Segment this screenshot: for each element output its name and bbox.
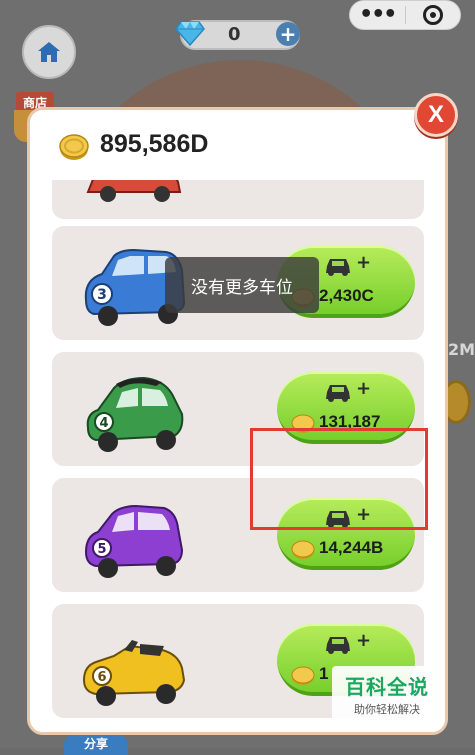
watermark-main: 百科全说 [345, 675, 429, 699]
car-shop-modal: 895,586D 3 + 2,430C 4 + 131,187 5 + 14,2… [27, 107, 448, 735]
gem-count: 0 [228, 24, 241, 45]
purple-car-icon: 5 [84, 504, 184, 578]
share-button[interactable]: 分享 [64, 735, 128, 755]
car-level-number: 3 [97, 287, 107, 303]
watermark-sub: 助你轻松解决 [354, 703, 420, 716]
no-parking-toast: 没有更多车位 [165, 257, 319, 313]
diamond-icon [175, 21, 205, 46]
side-value-text: 2M [447, 340, 475, 359]
highlight-box [250, 428, 428, 530]
share-label: 分享 [83, 737, 108, 751]
plus-icon: + [356, 378, 372, 399]
close-icon: X [427, 101, 444, 128]
exit-miniprogram-button[interactable] [405, 5, 460, 25]
coin-icon [291, 540, 315, 559]
car-icon [326, 385, 350, 402]
more-dots-icon[interactable]: ••• [350, 4, 405, 26]
close-modal-button[interactable]: X [414, 93, 458, 137]
yellow-car-icon: 6 [82, 640, 186, 706]
plus-icon: + [356, 630, 372, 651]
coin-balance: 895,586D [100, 130, 209, 158]
car-icon [326, 637, 350, 654]
home-icon [38, 42, 60, 62]
car-icon [326, 259, 350, 276]
price-label: 14,244B [319, 538, 384, 557]
modal-header: 895,586D [30, 110, 445, 180]
price-label: 1 [319, 664, 329, 683]
coin-icon [291, 666, 315, 685]
price-label: 2,430C [319, 286, 374, 305]
green-car-icon: 4 [86, 376, 184, 452]
watermark-logo: 百科全说 助你轻松解决 [332, 666, 442, 722]
plus-icon: + [279, 22, 297, 46]
home-button[interactable] [22, 25, 76, 79]
target-circle-icon [422, 5, 443, 25]
car-list[interactable]: 3 + 2,430C 4 + 131,187 5 + 14,244B 6 + 1… [30, 110, 445, 732]
coin-icon [59, 134, 89, 160]
car-level-number: 4 [99, 416, 108, 431]
add-gems-button[interactable]: + [276, 22, 300, 46]
plus-icon: + [356, 252, 372, 273]
car-level-number: 6 [97, 670, 106, 685]
miniprogram-capsule: ••• [349, 0, 461, 30]
car-level-number: 5 [97, 542, 106, 557]
